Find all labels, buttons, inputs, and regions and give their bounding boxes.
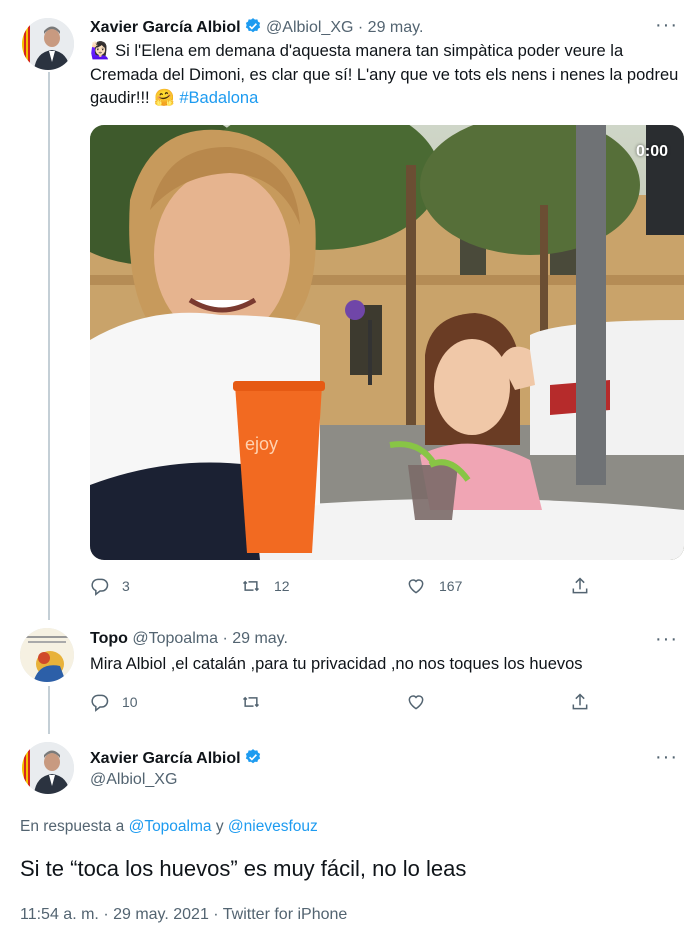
hashtag-link[interactable]: #Badalona xyxy=(179,89,258,107)
avatar[interactable] xyxy=(22,742,74,794)
reply-icon xyxy=(91,694,109,712)
reply-count: 3 xyxy=(122,578,130,594)
author-name[interactable]: Xavier García Albiol xyxy=(90,750,241,767)
reply-join: y xyxy=(215,818,224,835)
tweet-date[interactable]: · 29 may. 2021 · xyxy=(103,906,218,923)
like-icon xyxy=(408,695,424,710)
tweet2-text: Mira Albiol ,el catalán ,para tu privaci… xyxy=(90,655,583,673)
avatar[interactable] xyxy=(20,628,74,682)
tweet-source[interactable]: Twitter for iPhone xyxy=(223,906,348,923)
mention-link[interactable]: @Topoalma xyxy=(129,818,212,835)
mention-link[interactable]: @nievesfouz xyxy=(228,818,318,835)
verified-badge-icon xyxy=(244,17,262,40)
author-name[interactable]: Topo xyxy=(90,630,128,647)
reply-count: 10 xyxy=(122,694,138,710)
video-timer: 0:00 xyxy=(635,143,668,160)
tweet3-name-row: Xavier García Albiol xyxy=(90,748,262,771)
share-button[interactable] xyxy=(570,692,590,712)
like-button[interactable] xyxy=(405,692,570,712)
reply-button[interactable]: 3 xyxy=(90,576,240,596)
like-button[interactable]: 167 xyxy=(405,576,570,596)
raising-hand-emoji: 🙋🏻‍♀️ xyxy=(90,42,111,60)
tweet1-actions: 3 12 167 xyxy=(90,576,590,596)
video-player[interactable]: ejoy 0:00 xyxy=(90,125,684,560)
author-handle[interactable]: @Topoalma xyxy=(132,630,218,647)
verified-badge-icon xyxy=(244,748,262,771)
author-handle[interactable]: @Albiol_XG xyxy=(266,19,353,36)
retweet-icon xyxy=(242,696,260,708)
tweet1-header: Xavier García Albiol @Albiol_XG · 29 may… xyxy=(90,17,423,40)
reply-icon xyxy=(91,578,109,596)
tweet3-text: Si te “toca los huevos” es muy fácil, no… xyxy=(20,856,467,881)
cup-text: ejoy xyxy=(245,434,278,454)
tweet-date[interactable]: · 29 may. xyxy=(222,630,288,647)
like-icon xyxy=(408,579,424,594)
retweet-icon xyxy=(242,580,260,592)
more-icon[interactable]: ··· xyxy=(655,747,678,767)
share-icon xyxy=(572,577,588,594)
share-button[interactable] xyxy=(570,576,590,596)
retweet-button[interactable] xyxy=(240,692,405,712)
reply-prefix: En respuesta a xyxy=(20,818,125,835)
thread-line-top xyxy=(48,72,50,620)
retweet-button[interactable]: 12 xyxy=(240,576,405,596)
more-icon[interactable]: ··· xyxy=(655,15,678,35)
hug-emoji: 🤗 xyxy=(154,89,175,107)
tweet-time[interactable]: 11:54 a. m. xyxy=(20,906,99,923)
tweet2-header: Topo @Topoalma · 29 may. xyxy=(90,630,288,648)
tweet1-body: 🙋🏻‍♀️ Si l'Elena em demana d'aquesta man… xyxy=(90,40,690,111)
reply-context: En respuesta a @Topoalma y @nievesfouz xyxy=(20,818,318,836)
reply-button[interactable]: 10 xyxy=(90,692,240,712)
video-thumbnail: ejoy xyxy=(90,125,684,560)
more-icon[interactable]: ··· xyxy=(655,629,678,649)
tweet2-actions: 10 xyxy=(90,692,590,712)
thread-line-middle xyxy=(48,686,50,734)
like-count: 167 xyxy=(439,578,463,594)
tweet-meta: 11:54 a. m. · 29 may. 2021 · Twitter for… xyxy=(20,906,347,924)
avatar[interactable] xyxy=(22,18,74,70)
retweet-count: 12 xyxy=(274,578,290,594)
author-handle[interactable]: @Albiol_XG xyxy=(90,771,177,789)
tweet-date[interactable]: · 29 may. xyxy=(358,19,424,36)
share-icon xyxy=(572,693,588,710)
author-name[interactable]: Xavier García Albiol xyxy=(90,19,241,36)
